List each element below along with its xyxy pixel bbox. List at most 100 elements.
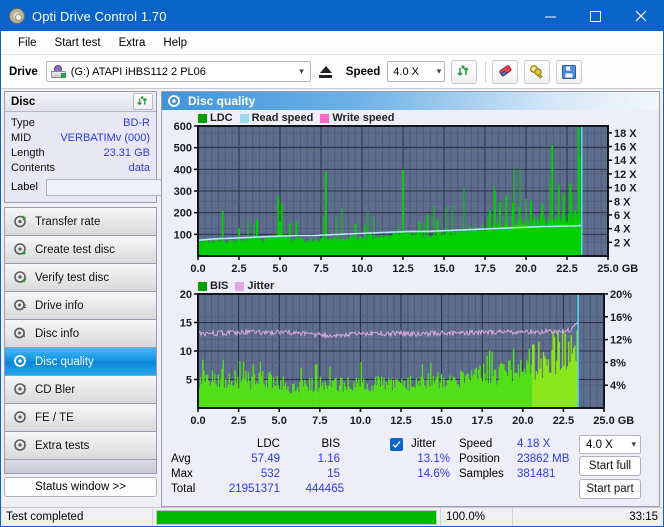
sidebar-item-create-test-disc[interactable]: Create test disc: [5, 236, 156, 264]
eject-icon: [319, 65, 332, 73]
sidebar-item-disc-info[interactable]: Disc info: [5, 320, 156, 348]
disc-info2-icon: [13, 327, 28, 340]
bis-chart-svg: 20 15 10 5 20% 16% 12% 8% 4% 0.0 2.5 5.0 7.5 10.0 12.5…: [180, 289, 635, 427]
refresh-icon-button[interactable]: [451, 59, 478, 84]
disc-panel-title: Disc: [11, 95, 36, 108]
progress-fill: [157, 510, 436, 524]
disc-test-icon: [13, 215, 28, 228]
status-message: Test completed: [1, 508, 153, 526]
menu-start-test[interactable]: Start test: [46, 34, 110, 52]
disc-burn-icon: [13, 243, 28, 256]
legend-swatch: [320, 113, 330, 123]
disc-row-value: BD-R: [123, 116, 150, 129]
disc-rows: Type BD-R MID VERBATIMv (000) Length 23.…: [5, 112, 248, 202]
main-area: Disc quality LDC Read speed Write speed …: [160, 89, 663, 507]
drive-select[interactable]: (G:) ATAPI iHBS112 2 PL06 ▾: [45, 61, 311, 82]
stats-col-ldc-header: LDC: [256, 438, 280, 450]
progress-percent: 100.0%: [441, 508, 513, 526]
disc-row-value: data: [128, 161, 150, 174]
svg-text:22.5: 22.5: [553, 415, 574, 427]
disc-quality-panel: Disc quality LDC Read speed Write speed …: [161, 91, 660, 507]
svg-text:5.0: 5.0: [272, 263, 287, 275]
svg-text:4 X: 4 X: [614, 224, 631, 236]
svg-text:5.0: 5.0: [272, 415, 287, 427]
stats-bis-avg: 1.16: [317, 453, 340, 465]
keys-icon-button[interactable]: [524, 59, 551, 84]
svg-text:GB: GB: [618, 415, 635, 427]
svg-text:16%: 16%: [610, 312, 632, 324]
menu-extra[interactable]: Extra: [110, 34, 155, 52]
close-button[interactable]: [618, 1, 663, 31]
svg-text:12.5: 12.5: [390, 415, 411, 427]
chevron-down-icon: ▾: [436, 66, 442, 76]
legend-label: LDC: [210, 112, 233, 124]
svg-text:15.0: 15.0: [431, 415, 452, 427]
sidebar-item-fe-te[interactable]: FE / TE: [5, 404, 156, 432]
sidebar-item-label: CD Bler: [35, 383, 76, 396]
bis-chart-legend: BIS Jitter: [198, 280, 277, 292]
disc-row-mid: MID VERBATIMv (000): [11, 130, 150, 145]
stats-panel: Avg Max Total LDC 57.49 532 21951371 BIS…: [162, 434, 659, 506]
disc-row-value: 23.31 GB: [103, 146, 150, 159]
window-title: Opti Drive Control 1.70: [32, 8, 167, 24]
legend-entry-read-speed: Read speed: [239, 112, 314, 124]
save-icon-button[interactable]: [556, 59, 583, 84]
svg-text:22.5: 22.5: [556, 263, 577, 275]
menu-help[interactable]: Help: [154, 34, 196, 52]
start-full-button[interactable]: Start full: [579, 456, 641, 476]
drive-icon: [50, 65, 66, 78]
sidebar-item-extra-tests[interactable]: Extra tests: [5, 432, 156, 460]
speed-select[interactable]: 4.0 X ▾: [387, 61, 446, 82]
stats-speed-select-value: 4.0 X: [586, 438, 613, 451]
svg-text:8 X: 8 X: [614, 196, 631, 208]
sidebar-item-verify-test-disc[interactable]: Verify test disc: [5, 264, 156, 292]
disc-check-icon: [13, 271, 28, 284]
disc-refresh-button[interactable]: [133, 93, 153, 110]
svg-text:200: 200: [174, 208, 192, 220]
legend-label: Jitter: [247, 280, 275, 292]
disc-panel-header: Disc: [5, 92, 156, 112]
svg-text:12 X: 12 X: [614, 169, 637, 181]
svg-text:10.0: 10.0: [350, 415, 371, 427]
sidebar-item-disc-quality[interactable]: Disc quality: [5, 348, 156, 376]
eraser-icon-button[interactable]: [492, 59, 519, 84]
progress-bar: [153, 508, 441, 526]
disc-row-key: Length: [11, 146, 45, 159]
disc-fete-icon: [13, 411, 28, 424]
eject-button[interactable]: [313, 60, 338, 83]
svg-text:7.5: 7.5: [313, 263, 328, 275]
start-part-button[interactable]: Start part: [579, 479, 641, 499]
svg-text:10: 10: [180, 346, 192, 358]
minimize-button[interactable]: [528, 1, 573, 31]
sidebar-item-drive-info[interactable]: Drive info: [5, 292, 156, 320]
jitter-checkbox[interactable]: [390, 438, 403, 451]
svg-text:4%: 4%: [610, 380, 626, 392]
svg-text:15: 15: [180, 318, 192, 330]
svg-text:12.5: 12.5: [392, 263, 413, 275]
sidebar-item-label: FE / TE: [35, 411, 74, 424]
stats-speed-value: 4.18 X: [517, 438, 551, 450]
legend-label: Read speed: [251, 112, 314, 124]
disc-row-key: MID: [11, 131, 32, 144]
maximize-button[interactable]: [573, 1, 618, 31]
svg-text:2.5: 2.5: [231, 263, 246, 275]
stats-bis-max: 15: [327, 468, 340, 480]
sidebar-item-transfer-rate[interactable]: Transfer rate: [5, 208, 156, 236]
svg-text:600: 600: [174, 121, 192, 133]
stats-speed-select[interactable]: 4.0 X ▾: [579, 435, 641, 454]
chevron-down-icon: ▾: [299, 66, 304, 76]
svg-text:7.5: 7.5: [312, 415, 327, 427]
disc-quality-icon: [168, 94, 181, 108]
menu-file[interactable]: File: [9, 34, 46, 52]
stats-position-value: 23862 MB: [517, 453, 570, 465]
disc-row-contents: Contents data: [11, 160, 150, 175]
disc-row-value: VERBATIMv (000): [60, 131, 150, 144]
svg-text:17.5: 17.5: [474, 263, 495, 275]
legend-entry-bis: BIS: [198, 280, 228, 292]
ldc-chart: LDC Read speed Write speed 600 500 400 3…: [164, 112, 657, 280]
svg-text:12%: 12%: [610, 335, 632, 347]
sidebar-item-cd-bler[interactable]: CD Bler: [5, 376, 156, 404]
status-window-button[interactable]: Status window >>: [4, 477, 157, 497]
stats-col-bis-header: BIS: [321, 438, 340, 450]
svg-text:0.0: 0.0: [190, 263, 205, 275]
